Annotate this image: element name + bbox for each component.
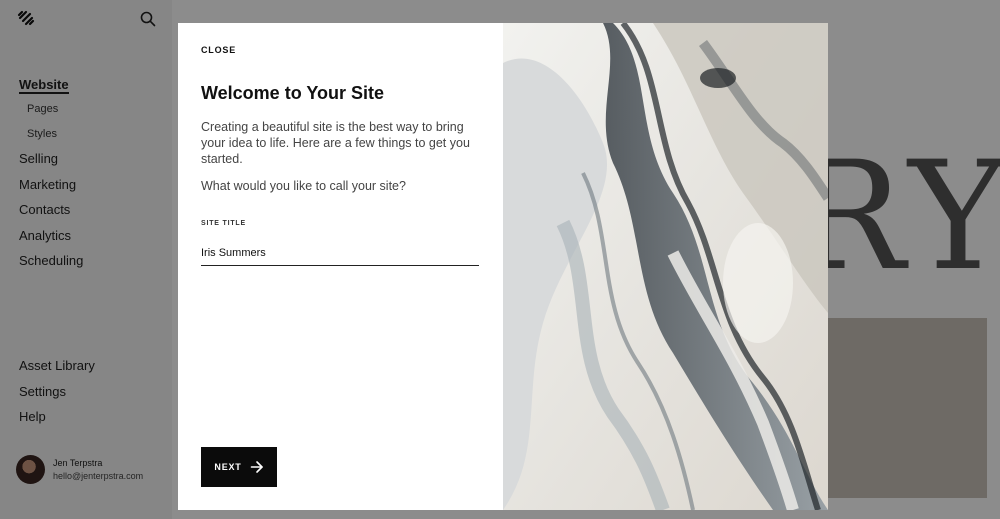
welcome-dialog-content: CLOSE Welcome to Your Site Creating a be… bbox=[178, 23, 503, 510]
next-button-label: NEXT bbox=[214, 462, 242, 472]
dialog-description: Creating a beautiful site is the best wa… bbox=[201, 120, 470, 166]
marble-texture bbox=[503, 23, 828, 510]
welcome-dialog: CLOSE Welcome to Your Site Creating a be… bbox=[178, 23, 828, 510]
site-title-label: SITE TITLE bbox=[201, 220, 246, 227]
dialog-title: Welcome to Your Site bbox=[201, 83, 385, 103]
marble-artwork-image bbox=[503, 23, 828, 510]
arrow-right-icon bbox=[250, 461, 263, 473]
site-title-input[interactable] bbox=[201, 241, 479, 266]
dialog-question: What would you like to call your site? bbox=[201, 179, 406, 193]
close-button[interactable]: CLOSE bbox=[201, 45, 236, 55]
next-button[interactable]: NEXT bbox=[201, 447, 277, 487]
